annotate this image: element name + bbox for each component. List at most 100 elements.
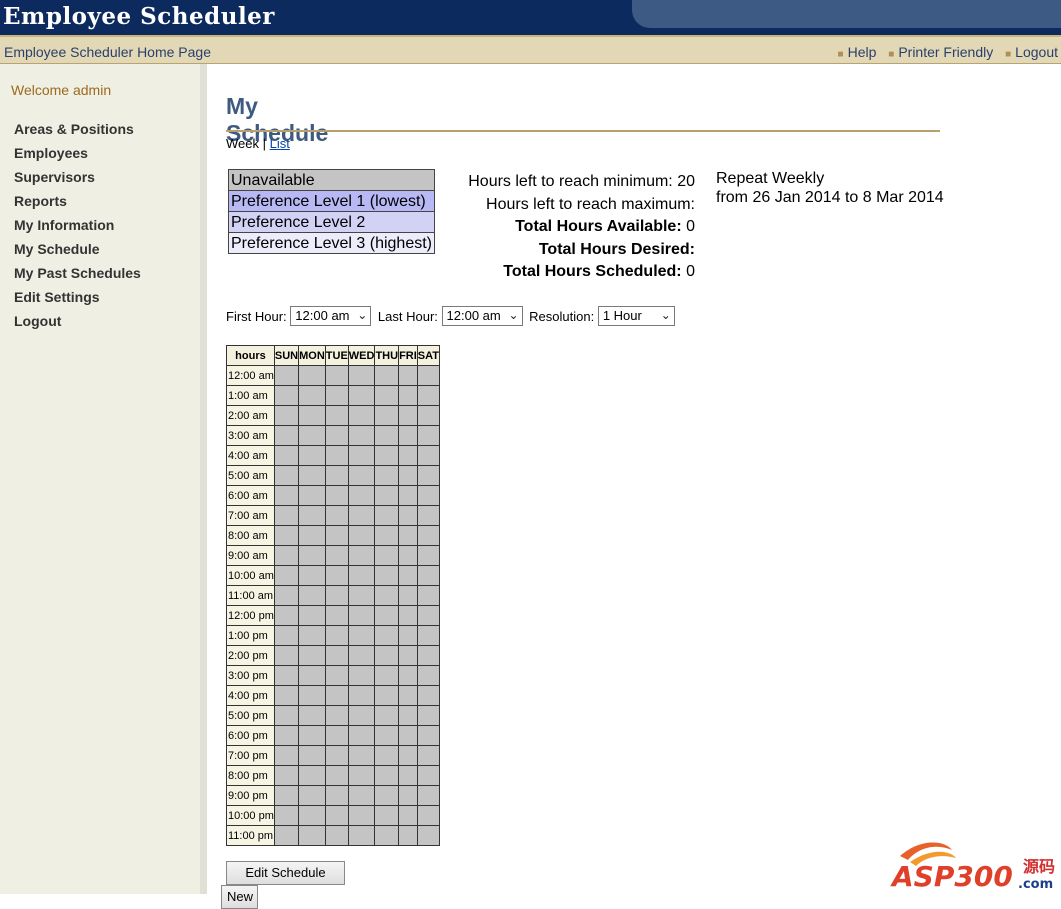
schedule-cell-sat[interactable]: [416, 565, 440, 586]
schedule-cell-fri[interactable]: [398, 725, 418, 746]
schedule-cell-mon[interactable]: [298, 625, 326, 646]
schedule-cell-thu[interactable]: [374, 545, 400, 566]
schedule-cell-sat[interactable]: [416, 405, 440, 426]
schedule-cell-sun[interactable]: [273, 765, 300, 786]
schedule-cell-mon[interactable]: [298, 545, 326, 566]
schedule-cell-tue[interactable]: [324, 545, 349, 566]
sidebar-item-areas-positions[interactable]: Areas & Positions: [14, 121, 141, 145]
schedule-cell-sun[interactable]: [273, 705, 300, 726]
sidebar-item-edit-settings[interactable]: Edit Settings: [14, 289, 141, 313]
sidebar-item-my-past-schedules[interactable]: My Past Schedules: [14, 265, 141, 289]
schedule-cell-tue[interactable]: [324, 485, 349, 506]
schedule-cell-sat[interactable]: [416, 765, 440, 786]
schedule-cell-fri[interactable]: [398, 465, 418, 486]
schedule-cell-fri[interactable]: [398, 605, 418, 626]
schedule-cell-sun[interactable]: [273, 385, 300, 406]
schedule-cell-tue[interactable]: [324, 725, 349, 746]
schedule-cell-wed[interactable]: [347, 825, 376, 846]
sidebar-item-supervisors[interactable]: Supervisors: [14, 169, 141, 193]
schedule-cell-tue[interactable]: [324, 605, 349, 626]
schedule-cell-wed[interactable]: [347, 425, 376, 446]
edit-schedule-button[interactable]: Edit Schedule: [226, 861, 345, 885]
schedule-cell-sat[interactable]: [416, 685, 440, 706]
schedule-cell-tue[interactable]: [324, 805, 349, 826]
schedule-cell-sat[interactable]: [416, 525, 440, 546]
schedule-cell-tue[interactable]: [324, 525, 349, 546]
schedule-cell-wed[interactable]: [347, 645, 376, 666]
sidebar-item-my-schedule[interactable]: My Schedule: [14, 241, 141, 265]
schedule-cell-wed[interactable]: [347, 525, 376, 546]
sidebar-item-employees[interactable]: Employees: [14, 145, 141, 169]
schedule-cell-tue[interactable]: [324, 445, 349, 466]
schedule-cell-thu[interactable]: [374, 525, 400, 546]
schedule-cell-thu[interactable]: [374, 365, 400, 386]
schedule-cell-fri[interactable]: [398, 365, 418, 386]
schedule-cell-sat[interactable]: [416, 665, 440, 686]
schedule-cell-sun[interactable]: [273, 745, 300, 766]
schedule-cell-wed[interactable]: [347, 705, 376, 726]
schedule-cell-thu[interactable]: [374, 565, 400, 586]
schedule-cell-sun[interactable]: [273, 805, 300, 826]
schedule-cell-wed[interactable]: [347, 505, 376, 526]
schedule-cell-sat[interactable]: [416, 705, 440, 726]
schedule-cell-fri[interactable]: [398, 385, 418, 406]
schedule-cell-fri[interactable]: [398, 445, 418, 466]
schedule-cell-tue[interactable]: [324, 625, 349, 646]
schedule-cell-mon[interactable]: [298, 525, 326, 546]
schedule-cell-sun[interactable]: [273, 605, 300, 626]
schedule-cell-tue[interactable]: [324, 405, 349, 426]
schedule-cell-sun[interactable]: [273, 405, 300, 426]
schedule-cell-fri[interactable]: [398, 525, 418, 546]
list-view-link[interactable]: List: [270, 136, 290, 151]
schedule-cell-fri[interactable]: [398, 485, 418, 506]
schedule-cell-wed[interactable]: [347, 625, 376, 646]
schedule-cell-thu[interactable]: [374, 805, 400, 826]
schedule-cell-tue[interactable]: [324, 365, 349, 386]
schedule-cell-mon[interactable]: [298, 365, 326, 386]
home-page-link[interactable]: Employee Scheduler Home Page: [4, 44, 211, 60]
schedule-cell-fri[interactable]: [398, 805, 418, 826]
schedule-cell-wed[interactable]: [347, 605, 376, 626]
schedule-cell-sun[interactable]: [273, 725, 300, 746]
schedule-cell-thu[interactable]: [374, 605, 400, 626]
schedule-cell-wed[interactable]: [347, 585, 376, 606]
schedule-cell-tue[interactable]: [324, 665, 349, 686]
schedule-cell-fri[interactable]: [398, 565, 418, 586]
logout-link[interactable]: Logout: [1015, 44, 1058, 60]
schedule-cell-sun[interactable]: [273, 785, 300, 806]
sidebar-item-reports[interactable]: Reports: [14, 193, 141, 217]
schedule-cell-sun[interactable]: [273, 525, 300, 546]
schedule-cell-fri[interactable]: [398, 545, 418, 566]
schedule-cell-mon[interactable]: [298, 765, 326, 786]
schedule-cell-fri[interactable]: [398, 405, 418, 426]
schedule-cell-wed[interactable]: [347, 385, 376, 406]
schedule-cell-wed[interactable]: [347, 445, 376, 466]
schedule-cell-mon[interactable]: [298, 565, 326, 586]
schedule-cell-wed[interactable]: [347, 485, 376, 506]
schedule-cell-sat[interactable]: [416, 585, 440, 606]
schedule-cell-sun[interactable]: [273, 665, 300, 686]
schedule-cell-wed[interactable]: [347, 785, 376, 806]
schedule-cell-sun[interactable]: [273, 565, 300, 586]
resolution-select[interactable]: 1 Hour ⌄: [597, 306, 675, 326]
schedule-cell-sat[interactable]: [416, 385, 440, 406]
schedule-cell-mon[interactable]: [298, 385, 326, 406]
schedule-cell-sun[interactable]: [273, 505, 300, 526]
schedule-cell-tue[interactable]: [324, 825, 349, 846]
schedule-cell-wed[interactable]: [347, 365, 376, 386]
schedule-cell-mon[interactable]: [298, 825, 326, 846]
schedule-cell-tue[interactable]: [324, 505, 349, 526]
last-hour-select[interactable]: 12:00 am ⌄: [441, 306, 523, 326]
schedule-cell-tue[interactable]: [324, 585, 349, 606]
schedule-cell-mon[interactable]: [298, 445, 326, 466]
schedule-cell-mon[interactable]: [298, 685, 326, 706]
first-hour-select[interactable]: 12:00 am ⌄: [290, 306, 372, 326]
schedule-cell-sun[interactable]: [273, 445, 300, 466]
schedule-cell-wed[interactable]: [347, 465, 376, 486]
schedule-cell-mon[interactable]: [298, 405, 326, 426]
schedule-cell-sat[interactable]: [416, 485, 440, 506]
schedule-cell-thu[interactable]: [374, 665, 400, 686]
schedule-cell-fri[interactable]: [398, 825, 418, 846]
schedule-cell-thu[interactable]: [374, 725, 400, 746]
schedule-cell-wed[interactable]: [347, 545, 376, 566]
